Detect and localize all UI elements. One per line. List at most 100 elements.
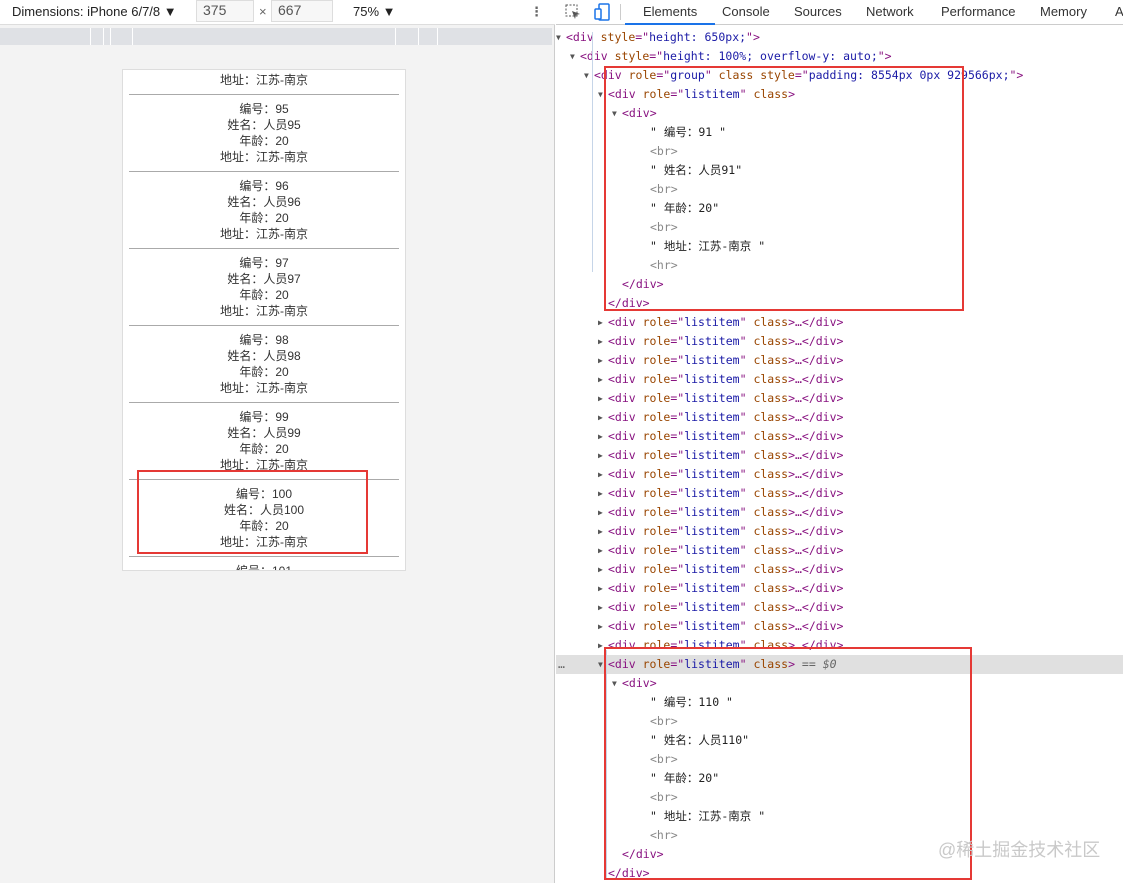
tab-elements[interactable]: Elements [625,4,716,25]
code-token: style [614,49,650,63]
expand-icon[interactable]: ▶ [598,560,603,579]
item-name: 姓名：人员95 [227,118,301,132]
dom-node[interactable]: ▶ <div role="listitem" class>…</div> [556,408,1123,427]
code-token: <div [608,448,643,462]
code-token: <div [608,486,643,500]
code-token: class [753,619,789,633]
width-input[interactable]: 375 [196,0,254,22]
expand-icon[interactable]: ▶ [598,617,603,636]
times-sign: × [259,4,267,19]
tab-sources[interactable]: Sources [794,4,842,19]
expand-icon[interactable]: ▶ [598,579,603,598]
code-token: <div [608,524,643,538]
dom-node[interactable]: ▶ <div role="listitem" class>…</div> [556,465,1123,484]
collapse-icon[interactable]: ▼ [598,85,603,104]
zoom-select[interactable]: 75% ▼ [353,4,396,19]
divider [620,4,621,20]
media-query-ruler[interactable] [0,28,552,45]
expand-icon[interactable]: ▶ [598,408,603,427]
code-token: role [642,619,671,633]
tab-application[interactable]: A [1115,4,1123,19]
expand-icon[interactable]: ▶ [598,446,603,465]
code-token: " [739,315,754,329]
expand-icon[interactable]: ▶ [598,427,603,446]
code-token: =" [670,315,685,329]
item-age: 年龄：20 [239,442,289,456]
dom-node[interactable]: ▶ <div role="listitem" class>…</div> [556,522,1123,541]
tab-network[interactable]: Network [866,4,914,19]
dom-node[interactable]: ▶ <div role="listitem" class>…</div> [556,332,1123,351]
expand-icon[interactable]: ▶ [598,598,603,617]
expand-icon[interactable]: ▶ [598,389,603,408]
expand-icon[interactable]: ▶ [598,313,603,332]
code-token: listitem [684,543,740,557]
expand-icon[interactable]: ▶ [598,351,603,370]
expand-icon[interactable]: ▶ [598,636,603,655]
item-addr: 地址：江苏-南京 [220,381,308,395]
code-token: class [753,524,789,538]
device-toolbar-icon[interactable] [594,3,610,21]
collapse-icon[interactable]: ▼ [584,66,589,85]
code-token: <div [608,467,643,481]
code-token: =" [670,391,685,405]
code-token: class [753,600,789,614]
code-token: <div [608,315,643,329]
divider [129,248,399,249]
dom-node[interactable]: ▶ <div role="listitem" class>…</div> [556,579,1123,598]
expand-icon[interactable]: ▶ [598,503,603,522]
item-id: 编号：101 [235,564,293,571]
device-select[interactable]: Dimensions: iPhone 6/7/8 ▼ [12,4,177,19]
dom-node[interactable]: ▶ <div role="listitem" class>…</div> [556,484,1123,503]
dom-node[interactable]: ▶ <div role="listitem" class>…</div> [556,560,1123,579]
code-token: <div [608,600,643,614]
code-token: listitem [684,391,740,405]
dom-node[interactable]: ▶ <div role="listitem" class>…</div> [556,313,1123,332]
collapse-icon[interactable]: ▼ [570,47,575,66]
dom-node[interactable]: ▼ <div style="height: 100%; overflow-y: a… [556,47,1123,66]
code-token: =" [670,581,685,595]
expand-icon[interactable]: ▶ [598,522,603,541]
code-token: =" [670,543,685,557]
tab-console[interactable]: Console [722,4,770,19]
tab-performance[interactable]: Performance [941,4,1015,19]
dom-node[interactable]: ▶ <div role="listitem" class>…</div> [556,351,1123,370]
code-token: >…</div> [788,391,844,405]
dom-node[interactable]: ▶ <div role="listitem" class>…</div> [556,370,1123,389]
tab-memory[interactable]: Memory [1040,4,1087,19]
code-token: =" [670,410,685,424]
dom-node[interactable]: ▶ <div role="listitem" class>…</div> [556,389,1123,408]
code-token: " [739,486,754,500]
code-token: " [739,505,754,519]
code-token: role [642,467,671,481]
dom-node[interactable]: ▶ <div role="listitem" class>…</div> [556,503,1123,522]
code-token: " [739,391,754,405]
collapse-icon[interactable]: ▼ [556,28,561,47]
expand-icon[interactable]: ▶ [598,465,603,484]
code-token: =" [670,562,685,576]
expand-icon[interactable]: ▶ [598,370,603,389]
code-token: class [753,429,789,443]
dom-node[interactable]: ▼ <div style="height: 650px;"> [556,28,1123,47]
expand-icon[interactable]: ▶ [598,541,603,560]
dom-node[interactable]: ▶ <div role="listitem" class>…</div> [556,617,1123,636]
height-input[interactable]: 667 [271,0,333,22]
code-token: class [753,543,789,557]
dom-node[interactable]: ▶ <div role="listitem" class>…</div> [556,427,1123,446]
item-age: 年龄：20 [239,134,289,148]
code-token: class [753,410,789,424]
dom-node[interactable]: ▶ <div role="listitem" class>…</div> [556,598,1123,617]
inspect-element-icon[interactable] [565,4,581,20]
more-icon[interactable]: … [558,655,565,674]
code-token: >…</div> [788,353,844,367]
device-toolbar: Dimensions: iPhone 6/7/8 ▼ 375 × 667 75%… [0,0,555,25]
dom-node[interactable]: ▶ <div role="listitem" class>…</div> [556,446,1123,465]
more-options-icon[interactable]: ⋮ [530,4,543,20]
expand-icon[interactable]: ▶ [598,484,603,503]
expand-icon[interactable]: ▶ [598,332,603,351]
code-token: =" [670,600,685,614]
code-token: <div [608,334,643,348]
dom-node[interactable]: ▶ <div role="listitem" class>…</div> [556,541,1123,560]
highlight-box [604,647,972,880]
collapse-icon[interactable]: ▼ [598,655,603,674]
code-token: " [739,562,754,576]
